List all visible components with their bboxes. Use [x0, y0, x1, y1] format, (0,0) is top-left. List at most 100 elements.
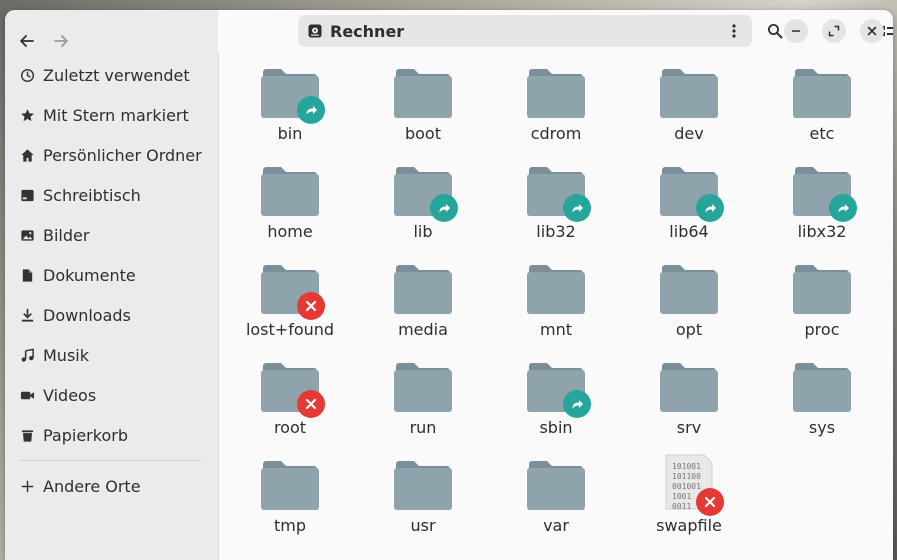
file-name-label: opt [675, 320, 703, 339]
file-name-label: boot [404, 124, 441, 143]
file-item[interactable]: proc [755, 258, 889, 354]
file-item[interactable]: mnt [489, 258, 623, 354]
sidebar-item-label: Persönlicher Ordner [43, 145, 202, 165]
clock-icon [19, 67, 35, 83]
file-name-label: cdrom [530, 124, 582, 143]
sidebar-item-videos[interactable]: Videos [5, 375, 218, 415]
arrow-right-icon [54, 35, 68, 47]
search-icon [768, 24, 783, 39]
sidebar-item-label: Downloads [43, 305, 131, 325]
file-name-label: home [267, 222, 313, 241]
file-item[interactable]: srv [622, 356, 756, 452]
back-button[interactable] [13, 27, 41, 55]
sidebar-item-music[interactable]: Musik [5, 335, 218, 375]
sidebar-item-label: Mit Stern markiert [43, 105, 189, 125]
folder-icon [527, 265, 585, 314]
star-icon [19, 107, 35, 123]
file-item[interactable]: lost+found [223, 258, 357, 354]
folder-icon [660, 265, 718, 314]
symlink-emblem-icon [297, 96, 325, 124]
sidebar-item-label: Schreibtisch [43, 185, 141, 205]
sidebar-item-recent[interactable]: Zuletzt verwendet [5, 55, 218, 95]
no-access-emblem-icon [696, 488, 724, 516]
sidebar-item-other-locations[interactable]: Andere Orte [5, 466, 218, 506]
file-name-label: swapfile [656, 516, 722, 535]
file-item[interactable]: root [223, 356, 357, 452]
file-name-label: etc [809, 124, 835, 143]
file-item[interactable]: sbin [489, 356, 623, 452]
folder-icon [660, 69, 718, 118]
document-icon [19, 267, 35, 283]
symlink-emblem-icon [430, 194, 458, 222]
sidebar-other-locations-section: Andere Orte [5, 466, 218, 506]
folder-icon [394, 363, 452, 412]
file-item[interactable]: run [356, 356, 490, 452]
close-icon [867, 26, 877, 36]
file-item[interactable]: lib64 [622, 160, 756, 256]
file-manager-window: Zuletzt verwendet Mit Stern markiert Per… [5, 10, 893, 560]
file-item[interactable]: boot [356, 62, 490, 158]
close-button[interactable] [860, 19, 884, 43]
folder-icon [394, 69, 452, 118]
sidebar-item-desktop[interactable]: Schreibtisch [5, 175, 218, 215]
file-item[interactable]: etc [755, 62, 889, 158]
file-grid: bin boot cdrom dev etc home lib lib32 lib64 libx3… [223, 62, 888, 560]
trash-icon [19, 427, 35, 443]
vertical-dots-icon [732, 24, 736, 38]
file-item[interactable]: dev [622, 62, 756, 158]
folder-icon [793, 265, 851, 314]
sidebar-item-downloads[interactable]: Downloads [5, 295, 218, 335]
minimize-button[interactable] [784, 19, 808, 43]
location-bar[interactable]: Rechner [298, 15, 752, 47]
folder-icon [527, 461, 585, 510]
file-name-label: mnt [540, 320, 572, 339]
file-name-label: media [398, 320, 448, 339]
file-item[interactable]: media [356, 258, 490, 354]
location-menu-button[interactable] [724, 21, 744, 41]
sidebar-item-home[interactable]: Persönlicher Ordner [5, 135, 218, 175]
folder-icon [261, 461, 319, 510]
file-name-label: lost+found [245, 320, 335, 339]
sidebar-places-list: Zuletzt verwendet Mit Stern markiert Per… [5, 55, 218, 455]
symlink-emblem-icon [829, 194, 857, 222]
file-item[interactable]: tmp [223, 454, 357, 550]
file-name-label: lib32 [536, 222, 576, 241]
maximize-button[interactable] [822, 19, 846, 43]
desktop-icon [19, 187, 35, 203]
download-icon [19, 307, 35, 323]
sidebar-separator [19, 460, 202, 461]
sidebar: Zuletzt verwendet Mit Stern markiert Per… [5, 10, 219, 560]
folder-icon [660, 363, 718, 412]
file-name-label: usr [410, 516, 436, 535]
binary-preview-line: 101001 [672, 462, 701, 471]
no-access-emblem-icon [297, 292, 325, 320]
sidebar-item-trash[interactable]: Papierkorb [5, 415, 218, 455]
file-item[interactable]: opt [622, 258, 756, 354]
folder-icon [261, 167, 319, 216]
folder-icon [793, 69, 851, 118]
sidebar-item-label: Videos [43, 385, 97, 405]
file-item[interactable]: 101001 101100 001001 1001 0011 swapfile [622, 454, 756, 550]
file-name-label: srv [676, 418, 702, 437]
sidebar-item-pictures[interactable]: Bilder [5, 215, 218, 255]
file-item[interactable]: bin [223, 62, 357, 158]
file-item[interactable]: lib [356, 160, 490, 256]
file-item[interactable]: sys [755, 356, 889, 452]
file-item[interactable]: libx32 [755, 160, 889, 256]
forward-button[interactable] [47, 27, 75, 55]
sidebar-item-starred[interactable]: Mit Stern markiert [5, 95, 218, 135]
file-name-label: dev [674, 124, 704, 143]
file-item[interactable]: cdrom [489, 62, 623, 158]
sidebar-item-documents[interactable]: Dokumente [5, 255, 218, 295]
file-item[interactable]: usr [356, 454, 490, 550]
image-icon [19, 227, 35, 243]
file-item[interactable]: home [223, 160, 357, 256]
file-name-label: root [273, 418, 307, 437]
sidebar-item-label: Bilder [43, 225, 90, 245]
file-name-label: var [543, 516, 569, 535]
minimize-icon [792, 30, 800, 32]
file-item[interactable]: lib32 [489, 160, 623, 256]
folder-icon [394, 461, 452, 510]
file-item[interactable]: var [489, 454, 623, 550]
no-access-emblem-icon [297, 390, 325, 418]
